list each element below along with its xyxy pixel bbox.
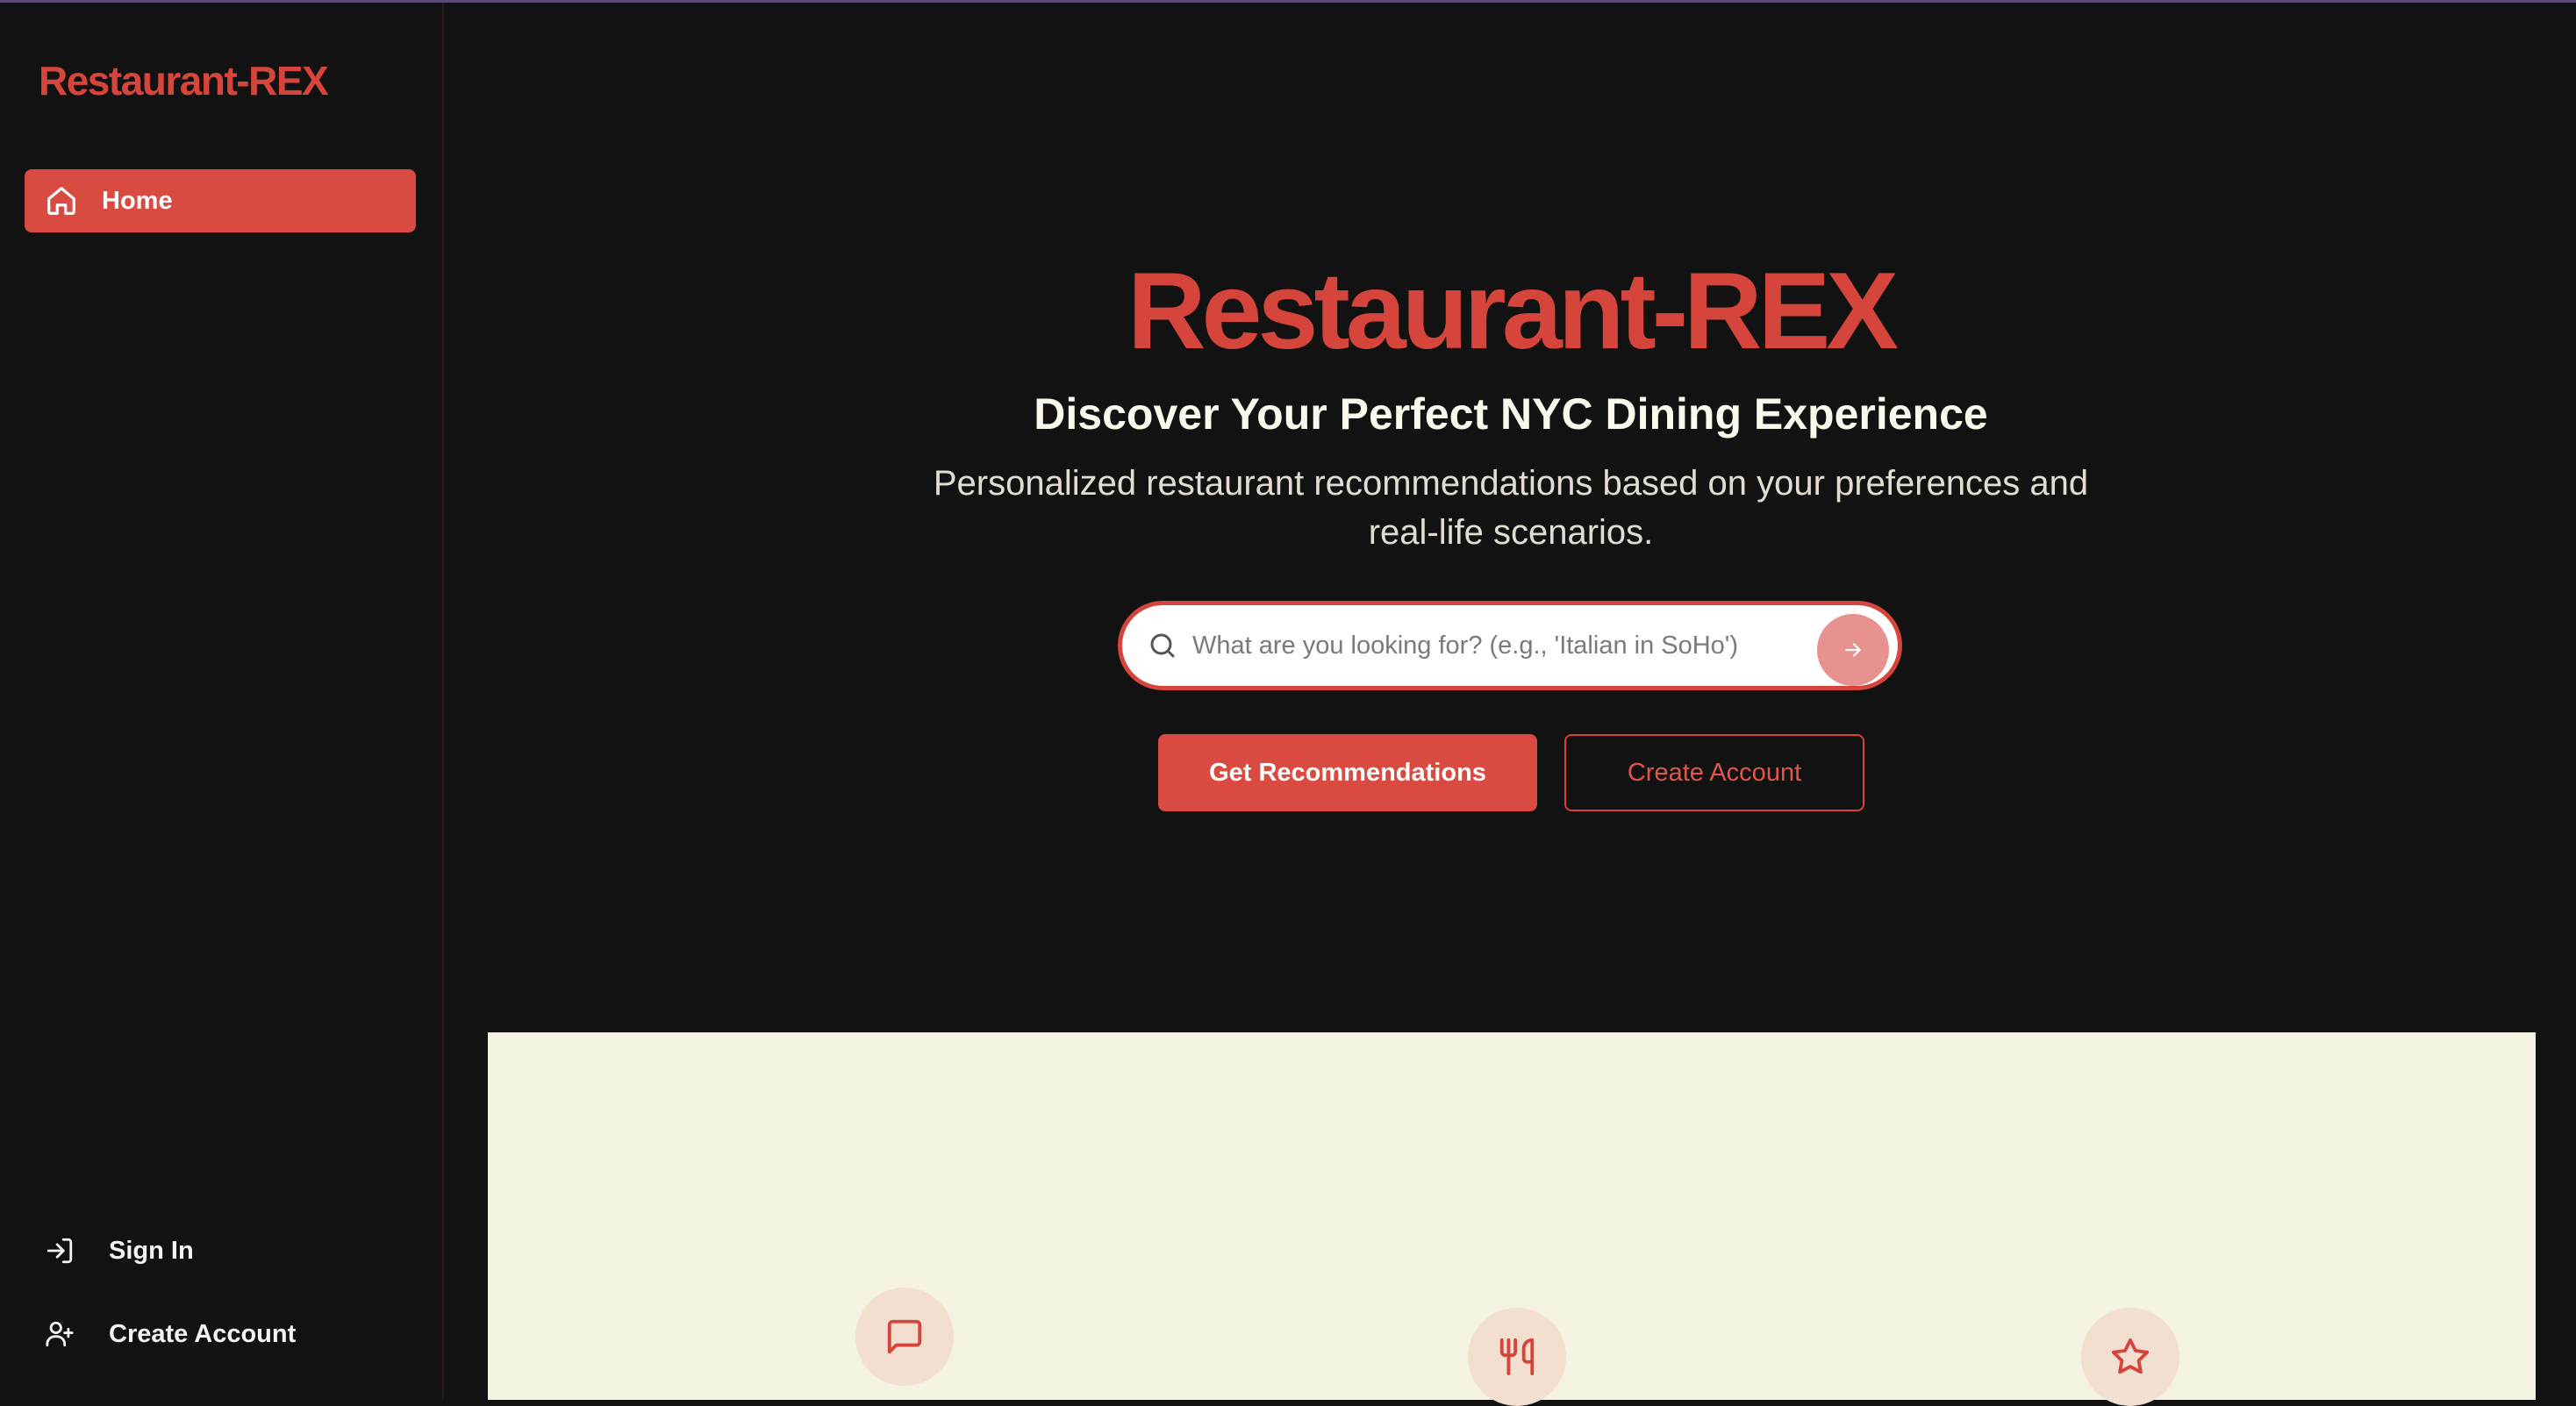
hero-description: Personalized restaurant recommendations … xyxy=(933,464,2089,552)
user-plus-icon xyxy=(42,1317,77,1352)
search-bar xyxy=(1118,601,1902,690)
sidebar-item-label: Sign In xyxy=(109,1236,194,1265)
arrow-right-icon xyxy=(1842,639,1864,661)
feature-icon-rating xyxy=(2081,1308,2179,1406)
sidebar: Restaurant-REX Home Sign In Create Accou… xyxy=(0,3,444,1400)
hero-subtitle: Discover Your Perfect NYC Dining Experie… xyxy=(1034,389,1988,439)
sign-in-icon xyxy=(42,1233,77,1268)
sidebar-item-sign-in[interactable]: Sign In xyxy=(42,1233,194,1268)
message-square-icon xyxy=(884,1317,925,1357)
sidebar-brand[interactable]: Restaurant-REX xyxy=(39,57,329,104)
features-panel xyxy=(488,1032,2536,1406)
home-icon xyxy=(44,183,79,218)
hero-title: Restaurant-REX xyxy=(1127,251,1899,372)
create-account-button[interactable]: Create Account xyxy=(1564,734,1864,811)
utensils-icon xyxy=(1497,1337,1537,1377)
search-submit-button[interactable] xyxy=(1817,614,1889,686)
get-recommendations-button[interactable]: Get Recommendations xyxy=(1158,734,1537,811)
main-content: Restaurant-REX Discover Your Perfect NYC… xyxy=(446,3,2576,1406)
feature-icon-chat xyxy=(855,1288,954,1386)
feature-icon-dining xyxy=(1468,1308,1566,1406)
search-icon xyxy=(1141,624,1184,667)
search-input[interactable] xyxy=(1191,617,1787,674)
star-icon xyxy=(2110,1337,2150,1377)
sidebar-item-label: Home xyxy=(102,186,173,215)
sidebar-item-home[interactable]: Home xyxy=(25,169,416,232)
sidebar-item-create-account[interactable]: Create Account xyxy=(42,1317,296,1352)
sidebar-item-label: Create Account xyxy=(109,1319,297,1348)
